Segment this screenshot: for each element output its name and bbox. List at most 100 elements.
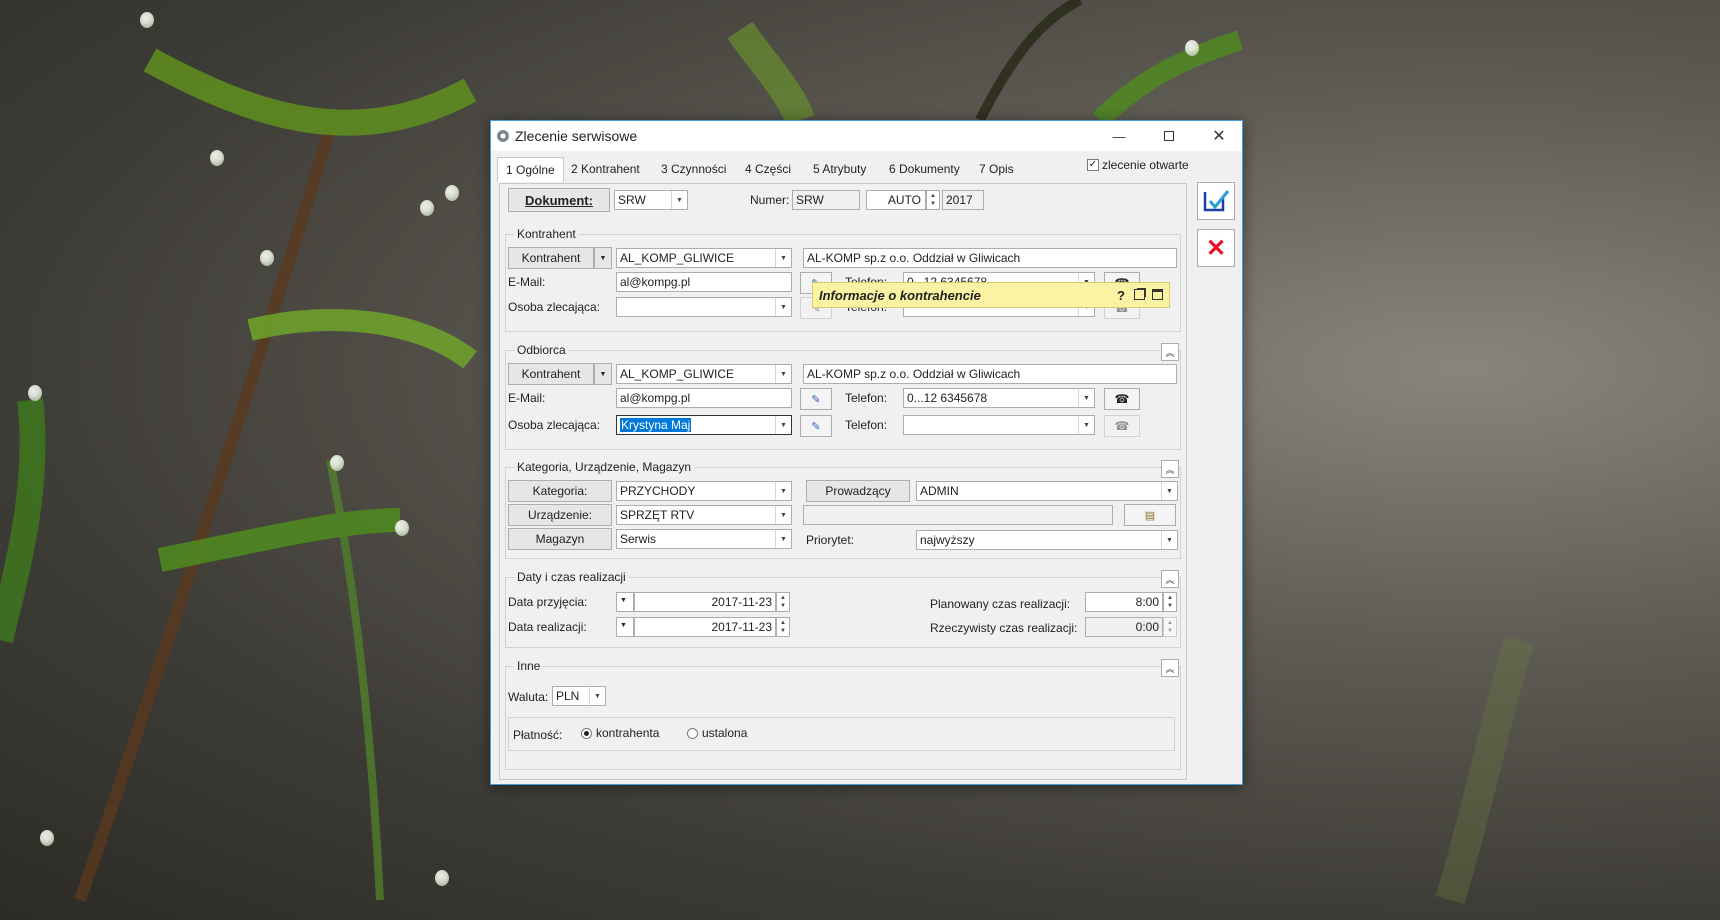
recipient-person-label: Osoba zlecająca: [508,418,601,432]
warehouse-button[interactable]: Magazyn [508,528,612,550]
radio-selected-icon [581,727,592,739]
help-icon[interactable]: ? [1117,288,1125,303]
email-send-icon: ✎ [811,420,821,433]
payment-label: Płatność: [513,728,563,742]
device-button[interactable]: Urządzenie: [508,504,612,526]
chevron-down-icon: ▼ [671,191,687,209]
accept-date-dropdown[interactable]: ▼ [616,592,634,612]
planned-time-field[interactable]: 8:00 [1085,592,1163,612]
tab-documents[interactable]: 6 Dokumenty [881,157,968,181]
minimize-button[interactable]: — [1094,121,1144,151]
number-auto-field[interactable]: AUTO [866,190,926,210]
collapse-other-button[interactable]: ︽ [1161,659,1179,677]
phone-icon: ☎ [1114,419,1130,433]
currency-select[interactable]: PLN ▼ [552,686,606,706]
lead-field[interactable]: ADMIN ▼ [916,481,1178,501]
actual-time-spinner: ▲ ▼ [1163,617,1177,637]
ordering-person-field[interactable]: ▼ [616,297,792,317]
tab-attributes[interactable]: 5 Atrybuty [805,157,874,181]
number-spinner[interactable]: ▲ ▼ [926,190,940,210]
window-title: Zlecenie serwisowe [515,128,638,144]
recipient-person-phone-field[interactable]: ▼ [903,415,1095,435]
save-icon [1203,190,1230,212]
priority-select[interactable]: najwyższy ▼ [916,530,1178,550]
service-order-window: Zlecenie serwisowe — ✕ 1 Ogólne 2 Kontra… [490,120,1243,785]
number-label: Numer: [750,193,790,207]
accept-date-field[interactable]: 2017-11-23 [634,592,776,612]
recipient-call-button[interactable]: ☎ [1104,388,1140,410]
category-group: Kategoria, Urządzenie, Magazyn ︽ Kategor… [505,460,1181,559]
chevron-down-icon: ▼ [775,416,791,434]
contractor-select-button[interactable]: Kontrahent [508,247,594,269]
cancel-button[interactable]: ✕ [1197,229,1235,267]
document-button[interactable]: Dokument: [508,188,610,212]
double-chevron-up-icon: ︽ [1165,663,1175,674]
realization-date-dropdown[interactable]: ▼ [616,617,634,637]
contractor-group-title: Kontrahent [514,227,579,241]
chevron-down-icon: ▼ [620,597,627,604]
recipient-person-field[interactable]: Krystyna Maj ▼ [616,415,792,435]
collapse-dates-button[interactable]: ︽ [1161,570,1179,588]
device-details-button[interactable]: ▤ [1124,504,1176,526]
planned-time-spinner[interactable]: ▲ ▼ [1163,592,1177,612]
contractor-name-field[interactable]: AL-KOMP sp.z o.o. Oddział w Gliwicach [803,248,1177,268]
payment-option-fixed[interactable]: ustalona [687,726,747,740]
chevron-down-icon: ▼ [775,249,791,267]
recipient-phone-label: Telefon: [845,391,888,405]
realization-date-spinner[interactable]: ▲ ▼ [776,617,790,637]
tab-general[interactable]: 1 Ogólne [497,157,564,182]
chevron-down-icon: ▼ [775,482,791,500]
other-group-title: Inne [514,659,544,673]
contractor-email-field[interactable]: al@kompg.pl [616,272,792,292]
recipient-phone2-label: Telefon: [845,418,888,432]
chevron-down-icon: ▼ [589,687,605,705]
double-chevron-up-icon: ︽ [1165,347,1175,358]
contractor-menu-button[interactable]: ▼ [594,247,612,269]
recipient-menu-button[interactable]: ▼ [594,363,612,385]
device-field[interactable]: SPRZĘT RTV ▼ [616,505,792,525]
open-order-label: zlecenie otwarte [1102,158,1189,172]
realization-date-label: Data realizacji: [508,620,587,634]
contractor-info-tooltip: Informacje o kontrahencie ? [812,282,1170,308]
maximize-button[interactable] [1144,121,1194,151]
dates-group: Daty i czas realizacji ︽ Data przyjęcia:… [505,570,1181,648]
lead-button[interactable]: Prowadzący [806,480,910,502]
chevron-down-icon: ▼ [599,254,607,262]
number-prefix-field: SRW [792,190,860,210]
close-icon: ✕ [1212,128,1226,145]
recipient-group-title: Odbiorca [514,343,569,357]
realization-date-field[interactable]: 2017-11-23 [634,617,776,637]
restore-icon[interactable] [1134,289,1145,300]
tab-contractor[interactable]: 2 Kontrahent [563,157,648,181]
chevron-down-icon: ▼ [1078,389,1094,407]
tab-description[interactable]: 7 Opis [971,157,1022,181]
contractor-code-field[interactable]: AL_KOMP_GLIWICE ▼ [616,248,792,268]
recipient-person-email-button[interactable]: ✎ [800,415,832,437]
recipient-person-call-button: ☎ [1104,415,1140,437]
payment-box: Płatność: kontrahenta ustalona [508,717,1175,751]
chevron-down-icon: ▼ [1161,531,1177,549]
tab-parts[interactable]: 4 Części [737,157,799,181]
tab-activities[interactable]: 3 Czynności [653,157,734,181]
collapse-recipient-button[interactable]: ︽ [1161,343,1179,361]
open-order-checkbox[interactable]: ✓ zlecenie otwarte [1087,158,1189,172]
recipient-phone-field[interactable]: 0...12 6345678 ▼ [903,388,1095,408]
app-icon [497,130,509,142]
close-button[interactable]: ✕ [1194,121,1244,151]
collapse-category-button[interactable]: ︽ [1161,460,1179,478]
save-button[interactable] [1197,182,1235,220]
document-type-select[interactable]: SRW ▼ [614,190,688,210]
recipient-send-email-button[interactable]: ✎ [800,388,832,410]
maximize-icon[interactable] [1152,289,1163,300]
warehouse-field[interactable]: Serwis ▼ [616,529,792,549]
payment-option-contractor[interactable]: kontrahenta [581,726,659,740]
minimize-icon: — [1112,128,1126,144]
accept-date-label: Data przyjęcia: [508,595,588,609]
recipient-select-button[interactable]: Kontrahent [508,363,594,385]
category-field[interactable]: PRZYCHODY ▼ [616,481,792,501]
category-button[interactable]: Kategoria: [508,480,612,502]
recipient-email-field[interactable]: al@kompg.pl [616,388,792,408]
recipient-code-field[interactable]: AL_KOMP_GLIWICE ▼ [616,364,792,384]
recipient-name-field[interactable]: AL-KOMP sp.z o.o. Oddział w Gliwicach [803,364,1177,384]
accept-date-spinner[interactable]: ▲ ▼ [776,592,790,612]
